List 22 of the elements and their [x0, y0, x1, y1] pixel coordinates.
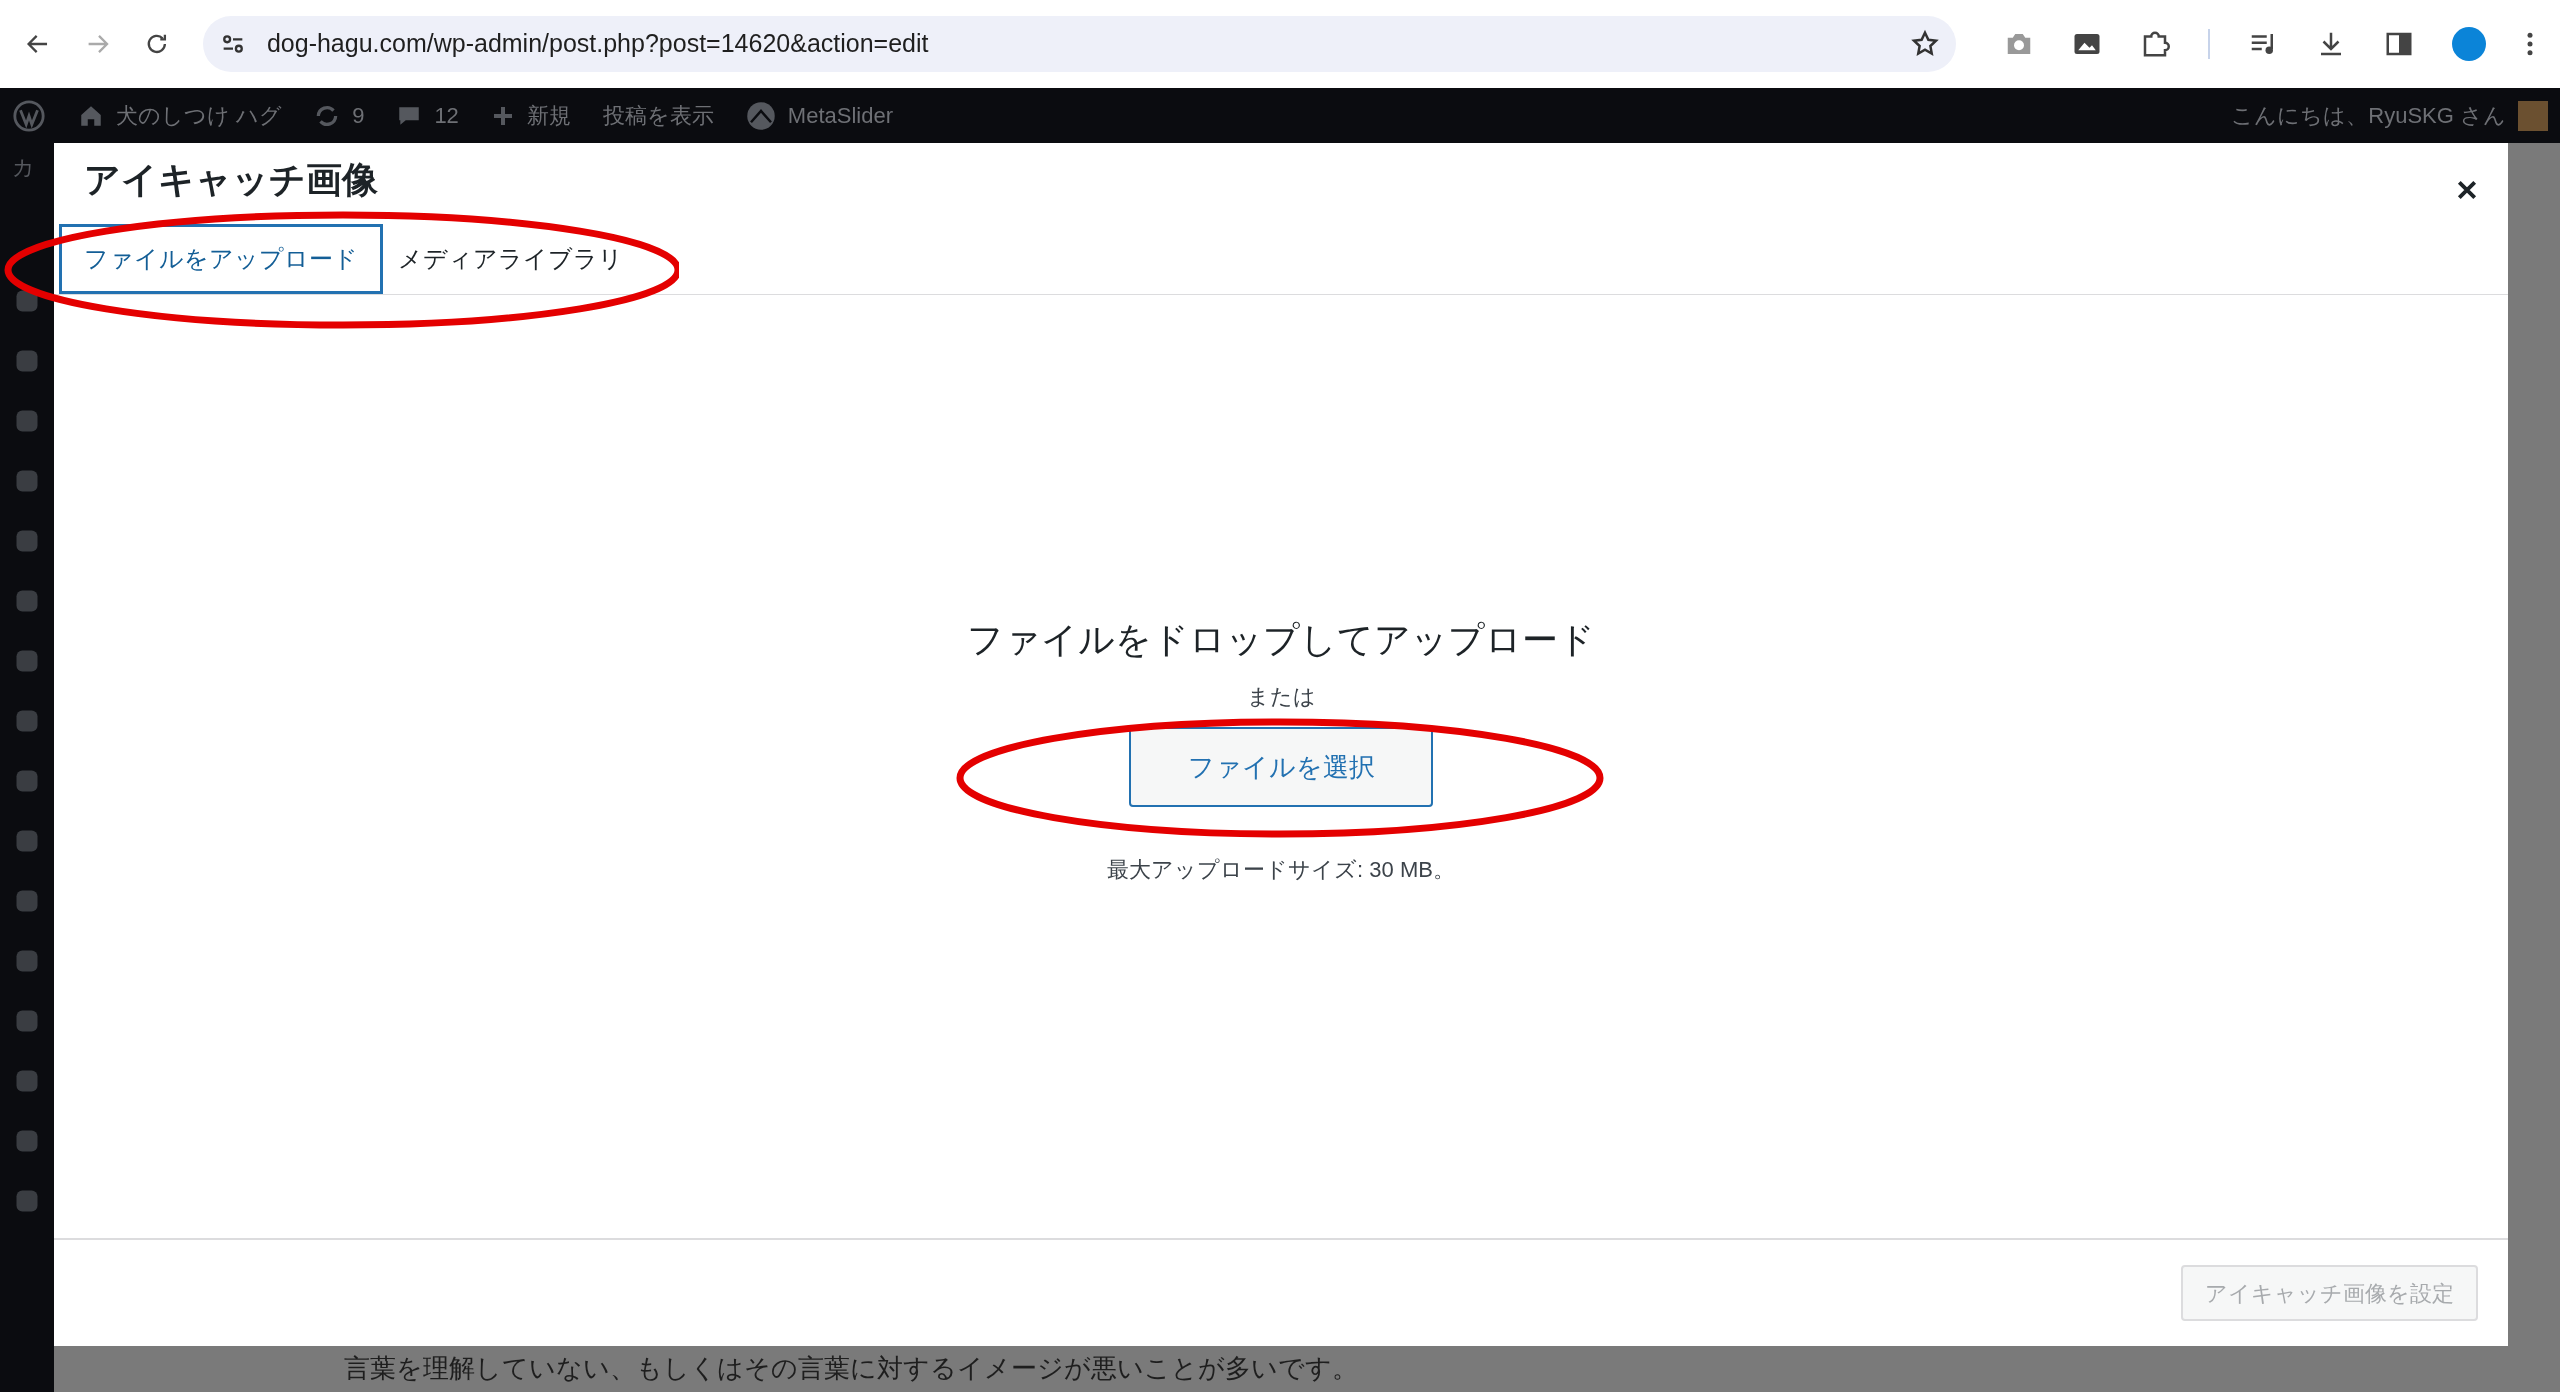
address-bar[interactable]: dog-hagu.com/wp-admin/post.php?post=14620&action=edit [202, 16, 1956, 72]
comments-count[interactable]: 12 [434, 99, 459, 132]
wordpress-logo-icon[interactable] [12, 98, 46, 133]
profile-avatar[interactable] [2452, 27, 2486, 61]
sidebar-label[interactable]: カ [0, 151, 35, 184]
avatar-placeholder[interactable] [2518, 100, 2548, 131]
new-link[interactable]: 新規 [526, 99, 571, 132]
updates-count[interactable]: 9 [352, 99, 365, 132]
modal-title: アイキャッチ画像 [84, 158, 378, 202]
plugin-link[interactable]: MetaSlider [787, 99, 893, 132]
close-icon[interactable] [2456, 179, 2478, 201]
view-post-link[interactable]: 投稿を表示 [602, 99, 714, 132]
url-text: dog-hagu.com/wp-admin/post.php?post=14620&action=edit [266, 28, 930, 60]
max-upload-size-text: 最大アップロードサイズ: 30 MB。 [1107, 856, 1455, 885]
modal-tab[interactable]: ファイルをアップロード [59, 224, 383, 295]
select-files-button[interactable]: ファイルを選択 [1129, 727, 1433, 808]
site-name-link[interactable]: 犬のしつけ ハグ [116, 99, 283, 132]
drop-zone-text: ファイルをドロップしてアップロード [967, 618, 1595, 663]
post-body-text: 言葉を理解していない、もしくはその言葉に対するイメージが悪いことが多いです。 [344, 1352, 1358, 1385]
greeting-text[interactable]: こんにちは、RyuSKG さん [2231, 99, 2506, 132]
modal-tab[interactable]: メディアライブラリ [383, 224, 638, 295]
or-text: または [1246, 683, 1316, 712]
